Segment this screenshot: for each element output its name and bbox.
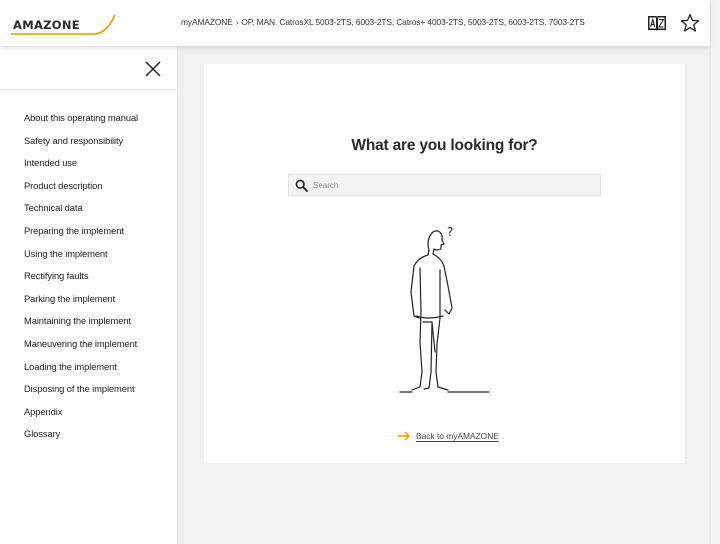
amazone-logo[interactable]: AMAZONE — [11, 12, 117, 38]
breadcrumb-separator: › — [235, 17, 239, 27]
search-box[interactable] — [288, 174, 601, 196]
sidebar-item-about-manual[interactable]: About this operating manual — [24, 112, 138, 135]
sidebar-item-glossary[interactable]: Glossary — [24, 428, 138, 451]
page-scrollbar[interactable] — [710, 0, 720, 544]
sidebar-item-safety[interactable]: Safety and responsibility — [24, 135, 138, 158]
sidebar: About this operating manual Safety and r… — [0, 46, 178, 544]
star-icon[interactable] — [679, 12, 701, 34]
sidebar-top — [0, 46, 177, 90]
sidebar-item-using[interactable]: Using the implement — [24, 248, 138, 271]
search-card: What are you looking for? ? — [204, 64, 685, 463]
back-to-myamazone-link[interactable]: Back to myAMAZONE — [397, 431, 499, 441]
thinking-person-illustration-icon: ? — [399, 225, 490, 393]
sidebar-item-appendix[interactable]: Appendix — [24, 406, 138, 429]
arrow-right-icon — [398, 431, 410, 441]
logo-swoosh-icon — [11, 14, 116, 35]
breadcrumb-item-home[interactable]: myAMAZONE — [181, 17, 233, 27]
header: AMAZONE myAMAZONE › OP. MAN. CatrosXL 5003… — [0, 0, 710, 46]
breadcrumb: myAMAZONE › OP. MAN. CatrosXL 5003-2TS, 60… — [181, 17, 585, 27]
close-icon[interactable] — [144, 60, 162, 78]
sidebar-item-intended-use[interactable]: Intended use — [24, 157, 138, 180]
page-title: What are you looking for? — [351, 137, 538, 154]
sidebar-item-product-description[interactable]: Product description — [24, 180, 138, 203]
glossary-az-icon[interactable] — [646, 12, 668, 34]
sidebar-nav: About this operating manual Safety and r… — [24, 112, 138, 451]
back-link-label: Back to myAMAZONE — [416, 431, 499, 441]
sidebar-item-preparing[interactable]: Preparing the implement — [24, 225, 138, 248]
sidebar-item-rectifying-faults[interactable]: Rectifying faults — [24, 270, 138, 293]
sidebar-item-maintaining[interactable]: Maintaining the implement — [24, 315, 138, 338]
sidebar-item-technical-data[interactable]: Technical data — [24, 202, 138, 225]
breadcrumb-item-manual[interactable]: OP. MAN. CatrosXL 5003-2TS, 6003-2TS; Ca… — [241, 17, 584, 27]
sidebar-item-loading[interactable]: Loading the implement — [24, 361, 138, 384]
search-input[interactable] — [313, 177, 593, 193]
sidebar-item-disposing[interactable]: Disposing of the implement — [24, 383, 138, 406]
question-mark-text: ? — [447, 225, 453, 239]
search-icon[interactable] — [295, 179, 308, 192]
sidebar-item-parking[interactable]: Parking the implement — [24, 293, 138, 316]
sidebar-item-maneuvering[interactable]: Maneuvering the implement — [24, 338, 138, 361]
